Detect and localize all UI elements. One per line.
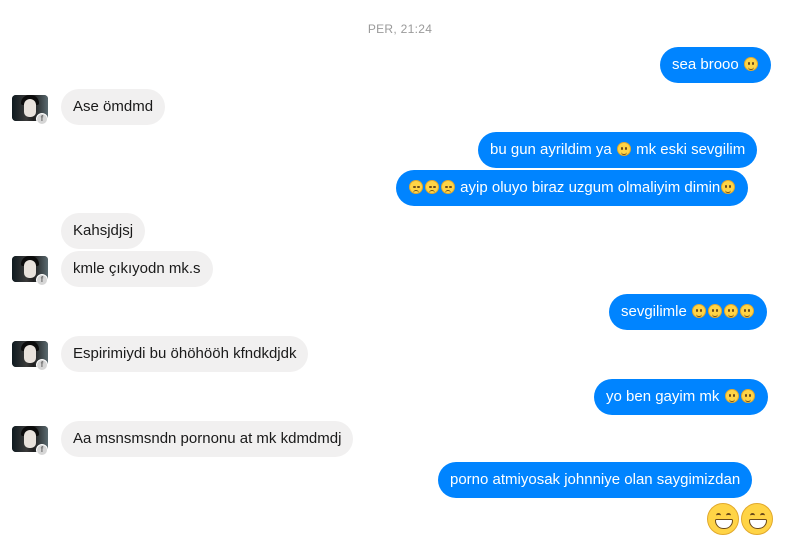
message-text: yo ben gayim mk [606,388,720,405]
grinning-face-emoji-icon [708,304,723,318]
message-text: sevgilimle [621,303,687,320]
grinning-face-emoji-icon[interactable] [707,503,739,535]
incoming-message[interactable]: Espirimiydi bu öhöhööh kfndkdjdk [61,336,309,372]
incoming-message[interactable]: Aa msnsmsndn pornonu at mk kdmdmdj [61,421,354,457]
message-text: Ase ömdmd [73,98,154,115]
smiling-face-emoji-icon [743,57,758,71]
disappointed-face-emoji-icon [425,180,439,194]
conversation-timestamp: PER, 21:24 [367,22,433,36]
outgoing-message[interactable]: bu gun ayrildim ya mk eski sevgilim [478,132,758,168]
message-text: bu gun ayrildim ya [490,141,612,158]
message-text: porno atmiyosak johnniye olan saygimizda… [450,471,741,488]
outgoing-message[interactable]: porno atmiyosak johnniye olan saygimizda… [438,462,753,498]
grinning-face-emoji-icon[interactable] [741,503,773,535]
outgoing-message[interactable]: ayip oluyo biraz uzgum olmaliyim dimin [396,170,749,206]
message-text: Espirimiydi bu öhöhööh kfndkdjdk [73,345,297,362]
message-text: mk eski sevgilim [636,141,746,158]
message-text: sea brooo [672,56,739,73]
outgoing-message[interactable]: sea brooo [660,47,771,83]
outgoing-message[interactable]: sevgilimle [609,294,768,330]
message-text: Aa msnsmsndn pornonu at mk kdmdmdj [73,430,342,447]
facebook-badge-icon: f [36,444,48,456]
smiling-face-emoji-icon [692,304,707,318]
incoming-message[interactable]: Kahsjdjsj [61,213,146,249]
incoming-message[interactable]: Ase ömdmd [61,89,166,125]
smiling-face-emoji-icon [721,180,736,194]
facebook-badge-icon: f [36,113,48,125]
smiling-face-emoji-icon [724,304,739,318]
smiling-face-emoji-icon [724,389,739,403]
grinning-face-emoji-icon [740,389,755,403]
grinning-face-emoji-icon [740,304,755,318]
outgoing-message[interactable]: yo ben gayim mk [594,379,768,415]
message-text: ayip oluyo biraz uzgum olmaliyim dimin [460,179,721,196]
smiling-face-emoji-icon [616,142,631,156]
message-text: Kahsjdjsj [73,222,134,239]
disappointed-face-emoji-icon [409,180,423,194]
facebook-badge-icon: f [36,274,48,286]
facebook-badge-icon: f [36,359,48,371]
incoming-message[interactable]: kmle çıkıyodn mk.s [61,251,213,287]
message-text: kmle çıkıyodn mk.s [73,260,201,277]
disappointed-face-emoji-icon [441,180,455,194]
